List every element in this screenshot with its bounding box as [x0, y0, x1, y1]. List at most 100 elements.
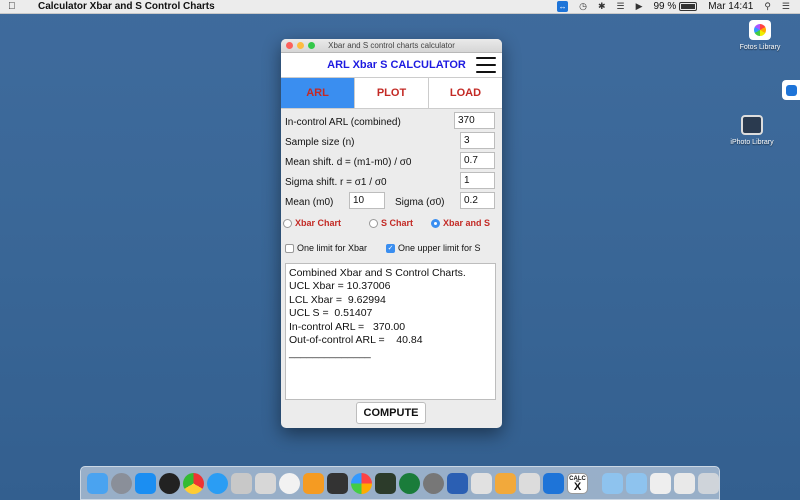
- iphoto-library-icon: [741, 115, 763, 135]
- radio-button-selected[interactable]: [431, 218, 440, 228]
- sigma-shift-input[interactable]: [460, 172, 495, 189]
- window-titlebar[interactable]: Xbar and S control charts calculator: [281, 39, 502, 53]
- applications-folder-icon[interactable]: [602, 472, 623, 494]
- safari-icon[interactable]: [207, 472, 228, 494]
- hamburger-menu-icon[interactable]: [476, 57, 496, 73]
- sample-size-label: Sample size (n): [285, 137, 355, 148]
- mean-shift-input[interactable]: [460, 152, 495, 169]
- teamviewer-icon: [785, 84, 797, 96]
- volume-icon[interactable]: ▶: [636, 1, 643, 12]
- output-line: LCL Xbar = 9.62994: [289, 293, 386, 306]
- grapher-icon[interactable]: [495, 472, 516, 494]
- radio-button[interactable]: [369, 218, 378, 228]
- calc-app-glyph: X̄: [573, 481, 582, 493]
- minimize-button[interactable]: [297, 42, 304, 49]
- output-line: In-control ARL = 370.00: [289, 320, 406, 333]
- teamviewer-side-tab[interactable]: [782, 80, 800, 100]
- radio-label: Xbar Chart: [295, 218, 342, 228]
- teamviewer-status-icon[interactable]: ↔: [557, 1, 569, 12]
- app-title: ARL Xbar S CALCULATOR: [327, 59, 466, 71]
- desktop-icon-fotos-library[interactable]: Fotos Library: [725, 20, 795, 51]
- battery-percent: 99 %: [653, 1, 677, 12]
- arl-input[interactable]: [454, 112, 495, 129]
- sigma-shift-label: Sigma shift. r = σ1 / σ0: [285, 177, 387, 188]
- itunes-icon[interactable]: [279, 472, 300, 494]
- sigma-input[interactable]: [460, 192, 495, 209]
- mean-shift-label: Mean shift. d = (m1-m0) / σ0: [285, 157, 412, 168]
- calculator-window: Xbar and S control charts calculator ARL…: [281, 39, 502, 428]
- checkbox-checked[interactable]: ✓: [386, 243, 395, 253]
- bluetooth-icon[interactable]: ✱: [598, 1, 606, 12]
- desktop-icon-label: Fotos Library: [739, 44, 781, 51]
- radio-label: S Chart: [381, 218, 414, 228]
- output-line: Out-of-control ARL = 40.84: [289, 334, 423, 347]
- spotlight-search-icon[interactable]: ⚲: [764, 1, 771, 12]
- dashboard-icon[interactable]: [159, 472, 180, 494]
- word-icon[interactable]: [447, 472, 468, 494]
- output-line: Combined Xbar and S Control Charts.: [289, 267, 466, 279]
- app-store-icon[interactable]: [135, 472, 156, 494]
- app-header: ARL Xbar S CALCULATOR: [281, 53, 502, 77]
- maps-icon[interactable]: [471, 472, 492, 494]
- radio-button[interactable]: [283, 218, 292, 228]
- checkbox-label: One limit for Xbar: [297, 243, 368, 253]
- window-controls: [286, 42, 315, 49]
- notification-center-icon[interactable]: ☰: [782, 1, 790, 12]
- imovie-icon[interactable]: [375, 472, 396, 494]
- photo-booth-icon[interactable]: [327, 472, 348, 494]
- radio-label: Xbar and S: [443, 218, 491, 228]
- zoom-button[interactable]: [308, 42, 315, 49]
- dock: CALC X̄: [80, 466, 720, 500]
- limit-options: One limit for Xbar ✓ One upper limit for…: [285, 243, 500, 257]
- apple-menu-icon[interactable]: : [8, 1, 22, 12]
- checkbox-one-limit-xbar[interactable]: One limit for Xbar: [285, 243, 367, 253]
- mean-input[interactable]: [349, 192, 385, 209]
- clock[interactable]: Mar 14:41: [708, 1, 753, 12]
- preview-icon[interactable]: [231, 472, 252, 494]
- output-line: ______________: [289, 347, 371, 360]
- chrome-icon[interactable]: [183, 472, 204, 494]
- finder-icon[interactable]: [87, 472, 108, 494]
- tab-load[interactable]: LOAD: [428, 78, 502, 108]
- compute-button[interactable]: COMPUTE: [356, 402, 426, 424]
- screenshot-icon[interactable]: [674, 472, 695, 494]
- wifi-icon[interactable]: ☰: [617, 1, 625, 12]
- pdf-document-icon[interactable]: [650, 472, 671, 494]
- tab-arl[interactable]: ARL: [281, 78, 354, 108]
- battery-icon: [679, 2, 698, 11]
- status-area: ↔ ◷ ✱ ☰ ▶ 99 % Mar 14:41 ⚲ ☰: [557, 1, 800, 12]
- documents-folder-icon[interactable]: [626, 472, 647, 494]
- mail-icon[interactable]: [255, 472, 276, 494]
- tab-bar: ARL PLOT LOAD: [281, 77, 502, 109]
- sample-size-input[interactable]: [460, 132, 495, 149]
- teamviewer-dock-icon[interactable]: [543, 472, 564, 494]
- tool-icon[interactable]: [519, 472, 540, 494]
- system-preferences-icon[interactable]: [423, 472, 444, 494]
- desktop-icon-iphoto-library[interactable]: iPhoto Library: [717, 115, 787, 146]
- photos-library-icon: [749, 20, 771, 40]
- desktop-icon-label: iPhoto Library: [730, 139, 774, 146]
- time-machine-app-icon[interactable]: [399, 472, 420, 494]
- radio-xbar-chart[interactable]: Xbar Chart: [283, 218, 341, 228]
- tab-plot[interactable]: PLOT: [354, 78, 428, 108]
- radio-xbar-and-s[interactable]: Xbar and S: [431, 218, 490, 228]
- mean-label: Mean (m0): [285, 197, 334, 208]
- app-menu-name[interactable]: Calculator Xbar and S Control Charts: [38, 1, 215, 12]
- trash-icon[interactable]: [698, 472, 719, 494]
- sigma-label: Sigma (σ0): [395, 197, 445, 208]
- time-machine-icon[interactable]: ◷: [579, 1, 587, 12]
- output-line: UCL S = 0.51407: [289, 307, 373, 320]
- checkbox-label: One upper limit for S: [398, 243, 481, 253]
- arl-label: In-control ARL (combined): [285, 117, 401, 128]
- results-output[interactable]: Combined Xbar and S Control Charts. UCL X…: [285, 263, 496, 400]
- checkbox-one-upper-limit-s[interactable]: ✓ One upper limit for S: [386, 243, 481, 253]
- ibooks-icon[interactable]: [303, 472, 324, 494]
- launchpad-icon[interactable]: [111, 472, 132, 494]
- checkbox[interactable]: [285, 243, 294, 253]
- close-button[interactable]: [286, 42, 293, 49]
- photos-icon[interactable]: [351, 472, 372, 494]
- radio-s-chart[interactable]: S Chart: [369, 218, 413, 228]
- calc-app-icon[interactable]: CALC X̄: [567, 472, 588, 494]
- battery-status[interactable]: 99 %: [654, 1, 698, 12]
- output-line: UCL Xbar = 10.37006: [289, 280, 391, 293]
